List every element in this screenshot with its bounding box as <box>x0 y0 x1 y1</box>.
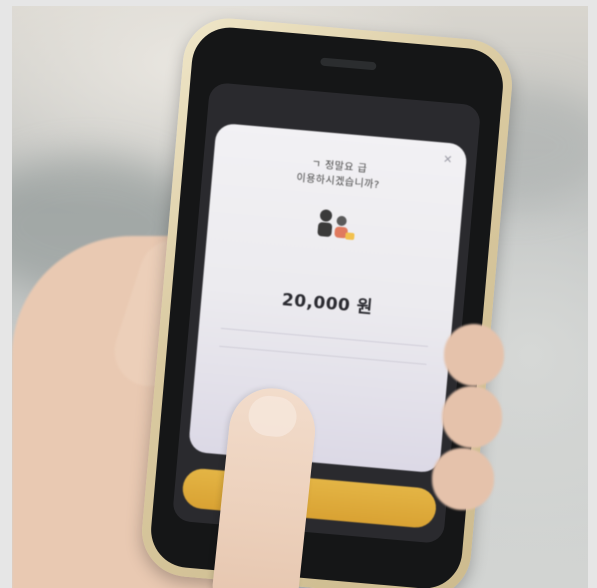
fingernail <box>246 393 299 439</box>
dialog-title: ㄱ 정말요 급 이용하시겠습니까? <box>212 149 466 201</box>
photo-background: ✕ ㄱ 정말요 급 이용하시겠습니까? 20,000 원 <box>12 6 588 588</box>
finger <box>442 386 502 448</box>
divider <box>220 327 429 347</box>
dialog-description <box>206 250 457 272</box>
divider <box>219 345 427 365</box>
close-icon[interactable]: ✕ <box>443 153 453 167</box>
amount-value: 20,000 원 <box>281 290 374 318</box>
phone-speaker <box>320 57 377 71</box>
finger <box>444 324 504 386</box>
people-illustration-icon <box>317 209 355 240</box>
finger <box>432 448 494 510</box>
